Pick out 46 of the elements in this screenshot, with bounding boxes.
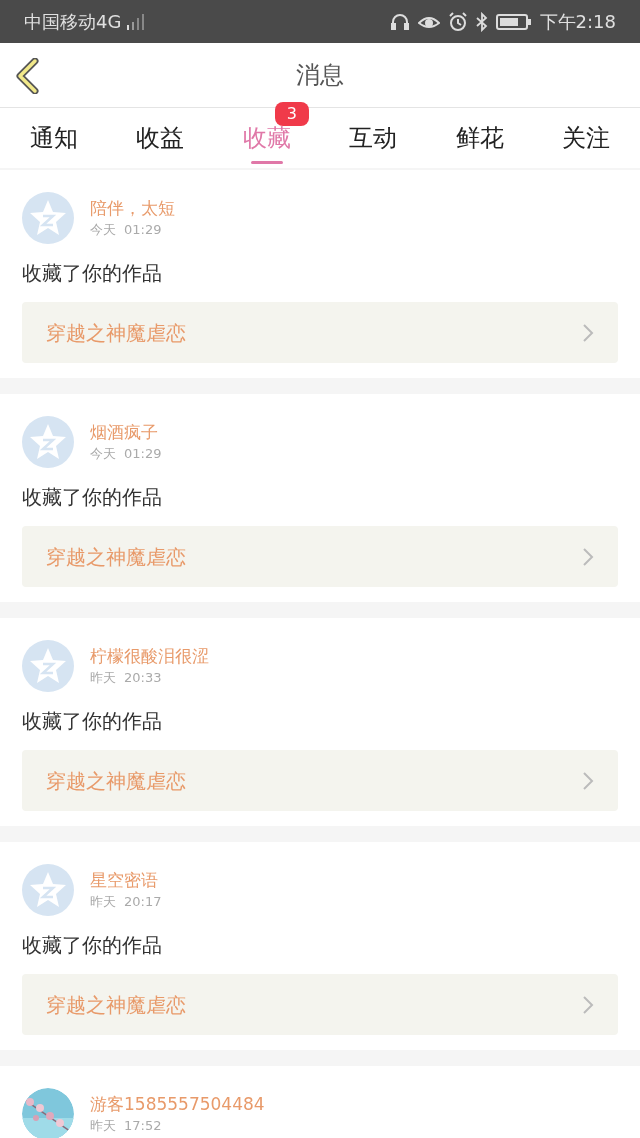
message-text: 收藏了你的作品: [22, 708, 163, 735]
message-text: 收藏了你的作品: [22, 932, 163, 959]
user-name[interactable]: 星空密语: [90, 868, 162, 892]
user-name[interactable]: 烟酒疯子: [90, 420, 162, 444]
page-title: 消息: [296, 60, 344, 91]
star-avatar-icon: [22, 416, 74, 468]
day-text: 昨天: [90, 669, 116, 687]
book-link[interactable]: 穿越之神魔虐恋: [22, 750, 618, 811]
message-text: 收藏了你的作品: [22, 484, 163, 511]
star-avatar-icon: [22, 640, 74, 692]
count-badge: 3: [274, 102, 309, 126]
time-text: 01:29: [124, 221, 162, 239]
day-text: 昨天: [90, 893, 116, 911]
chevron-right-icon: [582, 994, 594, 1015]
user-name[interactable]: 柠檬很酸泪很涩: [90, 644, 209, 668]
time-text: 01:29: [124, 445, 162, 463]
clock-text: 下午2:18: [539, 10, 616, 34]
chevron-right-icon: [582, 546, 594, 567]
headphones-icon: [389, 11, 410, 32]
bluetooth-icon: [475, 11, 488, 32]
book-link[interactable]: 穿越之神魔虐恋: [22, 526, 618, 587]
battery-icon: [495, 12, 532, 31]
tab[interactable]: 互动: [335, 110, 412, 166]
star-avatar-icon: [22, 864, 74, 916]
alarm-icon: [447, 11, 468, 32]
day-text: 今天: [90, 221, 116, 239]
message-text: 收藏了你的作品: [22, 260, 163, 287]
user-name[interactable]: 游客1585557504484: [90, 1092, 265, 1116]
book-link[interactable]: 穿越之神魔虐恋: [22, 302, 618, 363]
carrier-text: 中国移动4G: [24, 10, 122, 34]
star-avatar-icon: [22, 192, 74, 244]
tab[interactable]: 关注: [547, 110, 624, 166]
day-text: 昨天: [90, 1117, 116, 1135]
book-link[interactable]: 穿越之神魔虐恋: [22, 974, 618, 1035]
day-text: 今天: [90, 445, 116, 463]
time-text: 17:52: [124, 1117, 162, 1135]
time-text: 20:17: [124, 893, 162, 911]
chevron-right-icon: [582, 322, 594, 343]
tab[interactable]: 通知: [16, 110, 92, 166]
tab[interactable]: 收益: [122, 110, 199, 166]
tab-underline: [250, 161, 283, 164]
user-name[interactable]: 陪伴，太短: [90, 196, 175, 220]
back-icon: [15, 58, 41, 94]
time-text: 20:33: [124, 669, 162, 687]
chevron-right-icon: [582, 770, 594, 791]
tab[interactable]: 鲜花: [441, 110, 518, 166]
